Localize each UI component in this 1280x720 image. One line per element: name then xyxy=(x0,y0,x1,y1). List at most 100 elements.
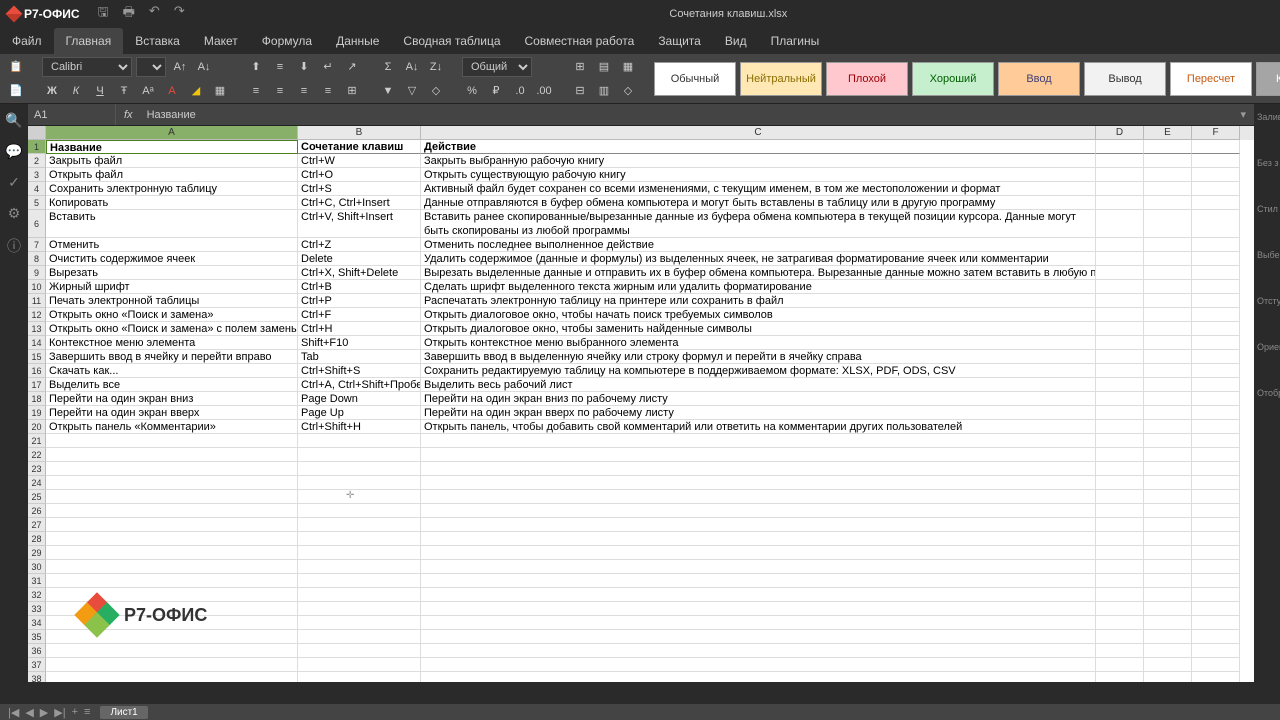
print-icon[interactable]: 🖶 xyxy=(123,3,135,25)
sort-desc-icon[interactable]: Z↓ xyxy=(426,57,446,77)
cell[interactable] xyxy=(1096,588,1144,602)
cell[interactable] xyxy=(1096,616,1144,630)
row-header[interactable]: 7 xyxy=(28,238,46,252)
menu-collab[interactable]: Совместная работа xyxy=(513,28,647,54)
search-icon[interactable]: 🔍 xyxy=(5,112,22,129)
fill-color-icon[interactable]: ◢ xyxy=(186,81,206,101)
cell[interactable] xyxy=(1096,322,1144,336)
cell[interactable] xyxy=(1144,602,1192,616)
cell[interactable] xyxy=(298,546,421,560)
table-row[interactable]: 19Перейти на один экран вверхPage UpПере… xyxy=(28,406,1254,420)
row-header[interactable]: 12 xyxy=(28,308,46,322)
cell[interactable] xyxy=(1192,266,1240,280)
cell[interactable]: Ctrl+C, Ctrl+Insert xyxy=(298,196,421,210)
cell[interactable] xyxy=(1144,420,1192,434)
cell[interactable] xyxy=(1192,210,1240,238)
table-row[interactable]: 28 xyxy=(28,532,1254,546)
cell[interactable] xyxy=(1096,308,1144,322)
cell[interactable]: Отменить последнее выполненное действие xyxy=(421,238,1096,252)
cell[interactable] xyxy=(1192,280,1240,294)
style-bad[interactable]: Плохой xyxy=(826,62,908,96)
cell[interactable]: Перейти на один экран вниз xyxy=(46,392,298,406)
table-row[interactable]: 29 xyxy=(28,546,1254,560)
cell[interactable]: Page Down xyxy=(298,392,421,406)
row-header[interactable]: 35 xyxy=(28,630,46,644)
table-row[interactable]: 35 xyxy=(28,630,1254,644)
clear-filter-icon[interactable]: ◇ xyxy=(426,81,446,101)
cell[interactable] xyxy=(421,490,1096,504)
table-row[interactable]: 12Открыть окно «Поиск и замена»Ctrl+FОтк… xyxy=(28,308,1254,322)
cell[interactable] xyxy=(421,616,1096,630)
cell[interactable] xyxy=(1096,280,1144,294)
cell[interactable] xyxy=(1144,378,1192,392)
row-header[interactable]: 36 xyxy=(28,644,46,658)
cell[interactable] xyxy=(1144,490,1192,504)
cell[interactable] xyxy=(298,560,421,574)
style-calc[interactable]: Пересчет xyxy=(1170,62,1252,96)
cell[interactable] xyxy=(421,434,1096,448)
cell[interactable] xyxy=(421,476,1096,490)
cell[interactable]: Ctrl+B xyxy=(298,280,421,294)
cell[interactable] xyxy=(1096,266,1144,280)
rs-styles[interactable]: Стил xyxy=(1254,202,1280,216)
sheet-tab[interactable]: Лист1 xyxy=(100,706,147,719)
rs-display[interactable]: Отобр xyxy=(1254,386,1280,400)
cell[interactable] xyxy=(1096,154,1144,168)
cell[interactable]: Данные отправляются в буфер обмена компь… xyxy=(421,196,1096,210)
cell[interactable]: Вставить xyxy=(46,210,298,238)
cell[interactable] xyxy=(1144,546,1192,560)
orientation-icon[interactable]: ↗ xyxy=(342,57,362,77)
cell[interactable] xyxy=(1192,392,1240,406)
row-header[interactable]: 27 xyxy=(28,518,46,532)
cell[interactable]: Печать электронной таблицы xyxy=(46,294,298,308)
cell[interactable]: Ctrl+F xyxy=(298,308,421,322)
cell[interactable]: Жирный шрифт xyxy=(46,280,298,294)
cell[interactable] xyxy=(421,574,1096,588)
row-header[interactable]: 24 xyxy=(28,476,46,490)
table-row[interactable]: 23 xyxy=(28,462,1254,476)
align-right-icon[interactable]: ≡ xyxy=(294,81,314,101)
cell[interactable] xyxy=(1144,294,1192,308)
cell[interactable]: Открыть файл xyxy=(46,168,298,182)
filter-icon[interactable]: ▽ xyxy=(402,81,422,101)
cell[interactable] xyxy=(1144,518,1192,532)
table-row[interactable]: 21 xyxy=(28,434,1254,448)
cell[interactable] xyxy=(421,630,1096,644)
cell[interactable] xyxy=(1192,350,1240,364)
row-header[interactable]: 29 xyxy=(28,546,46,560)
cell[interactable]: Ctrl+A, Ctrl+Shift+Пробел xyxy=(298,378,421,392)
style-neutral[interactable]: Нейтральный xyxy=(740,62,822,96)
cell[interactable]: Вырезать xyxy=(46,266,298,280)
menu-plugins[interactable]: Плагины xyxy=(759,28,832,54)
cell[interactable] xyxy=(1096,420,1144,434)
bold-icon[interactable]: Ж xyxy=(42,81,62,101)
strike-icon[interactable]: Ŧ xyxy=(114,81,134,101)
sheet-list-icon[interactable]: ≡ xyxy=(84,706,90,719)
row-header[interactable]: 32 xyxy=(28,588,46,602)
cell[interactable] xyxy=(421,602,1096,616)
cell[interactable] xyxy=(1192,476,1240,490)
wrap-icon[interactable]: ↵ xyxy=(318,57,338,77)
cell[interactable] xyxy=(1096,518,1144,532)
cell[interactable] xyxy=(46,476,298,490)
cell[interactable] xyxy=(421,672,1096,682)
cell[interactable] xyxy=(1096,644,1144,658)
align-justify-icon[interactable]: ≡ xyxy=(318,81,338,101)
cell[interactable]: Ctrl+P xyxy=(298,294,421,308)
cell[interactable] xyxy=(1144,644,1192,658)
menu-insert[interactable]: Вставка xyxy=(123,28,192,54)
table-row[interactable]: 24 xyxy=(28,476,1254,490)
cell[interactable] xyxy=(1144,448,1192,462)
cell[interactable] xyxy=(1096,490,1144,504)
table-row[interactable]: 34 xyxy=(28,616,1254,630)
table-row[interactable]: 8Очистить содержимое ячеекDeleteУдалить … xyxy=(28,252,1254,266)
cell[interactable] xyxy=(1144,238,1192,252)
cell[interactable] xyxy=(298,658,421,672)
cell[interactable] xyxy=(1096,238,1144,252)
menu-layout[interactable]: Макет xyxy=(192,28,250,54)
cell-reference[interactable]: A1 xyxy=(28,104,116,125)
align-middle-icon[interactable]: ≡ xyxy=(270,57,290,77)
cell[interactable] xyxy=(46,658,298,672)
style-input[interactable]: Ввод xyxy=(998,62,1080,96)
cell[interactable] xyxy=(1192,616,1240,630)
